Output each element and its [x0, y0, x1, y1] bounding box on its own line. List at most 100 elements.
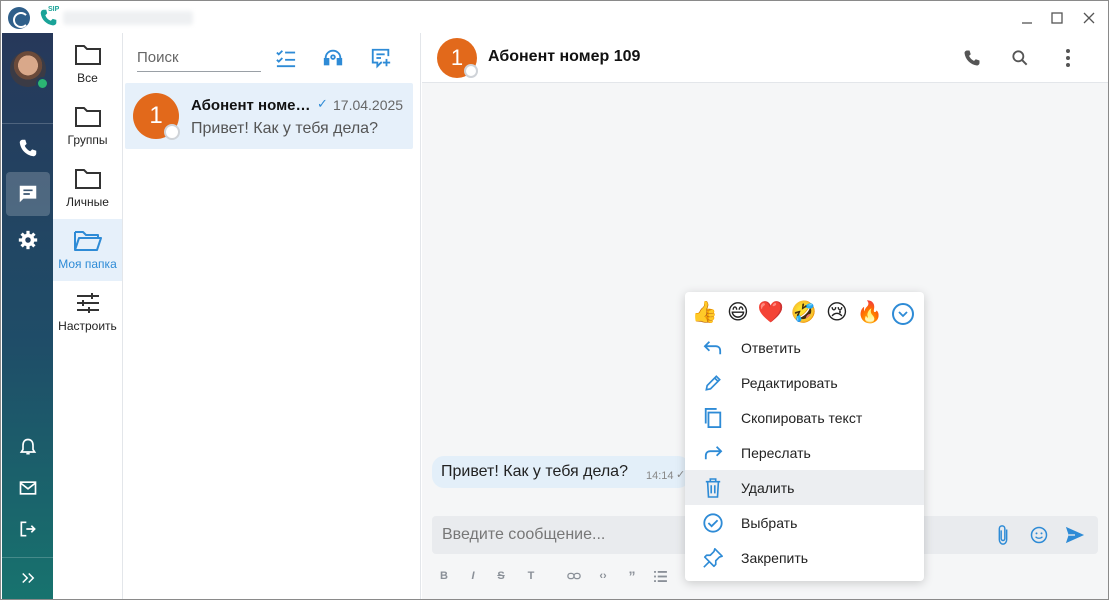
rail-item-chats[interactable]: [6, 172, 50, 216]
reaction-smile[interactable]: 😄: [724, 298, 752, 326]
send-button[interactable]: [1063, 523, 1087, 547]
menu-item-pin[interactable]: Закрепить: [685, 540, 924, 575]
text-style-button[interactable]: T: [523, 568, 539, 584]
folder-personal[interactable]: Личные: [53, 157, 122, 219]
smiley-icon: [1030, 526, 1048, 544]
folder-groups[interactable]: Группы: [53, 95, 122, 157]
folder-open-icon: [73, 231, 102, 251]
select-chats-button[interactable]: [273, 45, 299, 71]
folder-icon: [74, 169, 101, 189]
quote-icon: ”: [628, 568, 636, 584]
menu-item-label: Скопировать текст: [741, 410, 863, 426]
minimize-button[interactable]: [1016, 7, 1038, 29]
maximize-button[interactable]: [1046, 7, 1068, 29]
emoji-button[interactable]: [1027, 523, 1051, 547]
menu-item-delete[interactable]: Удалить: [685, 470, 924, 505]
more-reactions-button[interactable]: [892, 303, 914, 325]
maximize-icon: [1051, 12, 1063, 24]
paperclip-icon: [998, 525, 1008, 545]
attach-button[interactable]: [991, 523, 1015, 547]
folders-column: Все Группы Личные Моя папка Настроить: [53, 33, 123, 599]
logout-icon: [20, 521, 36, 537]
message-time: 14:14: [646, 470, 674, 482]
sliders-icon: [76, 293, 99, 313]
reaction-cry[interactable]: 😢: [823, 298, 851, 326]
rail-item-mail[interactable]: [6, 466, 50, 510]
call-button[interactable]: [959, 45, 985, 71]
menu-item-edit[interactable]: Редактировать: [685, 365, 924, 400]
chat-preview: Привет! Как у тебя дела?: [191, 120, 378, 137]
new-chat-button[interactable]: [368, 45, 394, 71]
online-status-icon: [36, 77, 49, 90]
menu-item-select[interactable]: Выбрать: [685, 505, 924, 540]
folder-icon: [74, 45, 101, 65]
link-button[interactable]: [566, 568, 582, 584]
rail-item-settings[interactable]: [6, 218, 50, 262]
strikethrough-icon: S: [497, 570, 505, 582]
check-circle-icon: [701, 511, 725, 535]
rail-item-calls[interactable]: [6, 126, 50, 170]
reaction-fire[interactable]: 🔥: [856, 298, 884, 326]
rail-item-logout[interactable]: [6, 507, 50, 551]
copy-icon: [701, 406, 725, 430]
bold-button[interactable]: B: [436, 568, 452, 584]
message-check-icon: ✓: [676, 469, 686, 481]
list-button[interactable]: [652, 568, 668, 584]
search-box: [137, 45, 261, 72]
message-input[interactable]: [442, 523, 682, 547]
rail-item-notifications[interactable]: [6, 425, 50, 469]
italic-icon: I: [471, 570, 475, 582]
menu-item-label: Удалить: [741, 480, 795, 496]
new-chat-icon: [371, 48, 391, 69]
code-icon: ‹›: [599, 570, 607, 582]
code-button[interactable]: ‹›: [595, 568, 611, 584]
nav-rail: [2, 33, 53, 599]
menu-item-forward[interactable]: Переслать: [685, 435, 924, 470]
reaction-thumbs-up[interactable]: 👍: [691, 298, 719, 326]
more-options-button[interactable]: [1055, 45, 1081, 71]
menu-item-label: Редактировать: [741, 375, 838, 391]
quote-button[interactable]: ”: [624, 568, 640, 584]
contacts-button[interactable]: [320, 45, 346, 71]
sip-label: SIP: [48, 6, 60, 13]
chat-list-item[interactable]: 1 Абонент номер 109 ✓ 17.04.2025 Привет!…: [125, 83, 413, 149]
chevron-down-icon: [898, 311, 908, 318]
window-title-blurred: [63, 11, 193, 25]
expand-icon: [22, 572, 35, 584]
pencil-icon: [701, 371, 725, 395]
folder-my-folder[interactable]: Моя папка: [53, 219, 122, 281]
italic-button[interactable]: I: [465, 568, 481, 584]
list-icon: [653, 570, 667, 582]
close-button[interactable]: [1078, 7, 1100, 29]
folder-label: Моя папка: [58, 257, 117, 271]
menu-item-label: Ответить: [741, 340, 801, 356]
pin-icon: [701, 546, 725, 570]
folder-label: Все: [77, 71, 98, 85]
bold-icon: B: [440, 570, 448, 582]
menu-item-label: Выбрать: [741, 515, 798, 531]
chat-list-panel: 1 Абонент номер 109 ✓ 17.04.2025 Привет!…: [123, 33, 421, 599]
message-bubble[interactable]: Привет! Как у тебя дела? 14:14 ✓: [432, 456, 690, 488]
menu-item-copy-text[interactable]: Скопировать текст: [685, 400, 924, 435]
offline-status-icon: [464, 64, 478, 78]
search-messages-button[interactable]: [1007, 45, 1033, 71]
chat-date: 17.04.2025: [333, 97, 404, 113]
folder-customize[interactable]: Настроить: [53, 281, 122, 343]
rail-divider: [2, 123, 53, 124]
search-input[interactable]: [137, 45, 261, 69]
folder-label: Настроить: [58, 319, 117, 333]
folder-all[interactable]: Все: [53, 33, 122, 95]
conversation-title[interactable]: Абонент номер 109: [488, 48, 640, 66]
message-context-menu: 👍 😄 ❤️ 🤣 😢 🔥 Ответить Редактировать Скоп…: [685, 292, 924, 581]
menu-item-label: Переслать: [741, 445, 811, 461]
read-check-icon: ✓: [317, 96, 328, 111]
rail-item-expand[interactable]: [6, 556, 50, 599]
more-vertical-icon: [1066, 49, 1070, 67]
folder-label: Личные: [66, 195, 109, 209]
reaction-heart[interactable]: ❤️: [757, 298, 785, 326]
menu-item-reply[interactable]: Ответить: [685, 330, 924, 365]
user-avatar[interactable]: [10, 51, 49, 90]
reaction-rofl[interactable]: 🤣: [790, 298, 818, 326]
mail-icon: [19, 481, 37, 495]
strikethrough-button[interactable]: S: [493, 568, 509, 584]
